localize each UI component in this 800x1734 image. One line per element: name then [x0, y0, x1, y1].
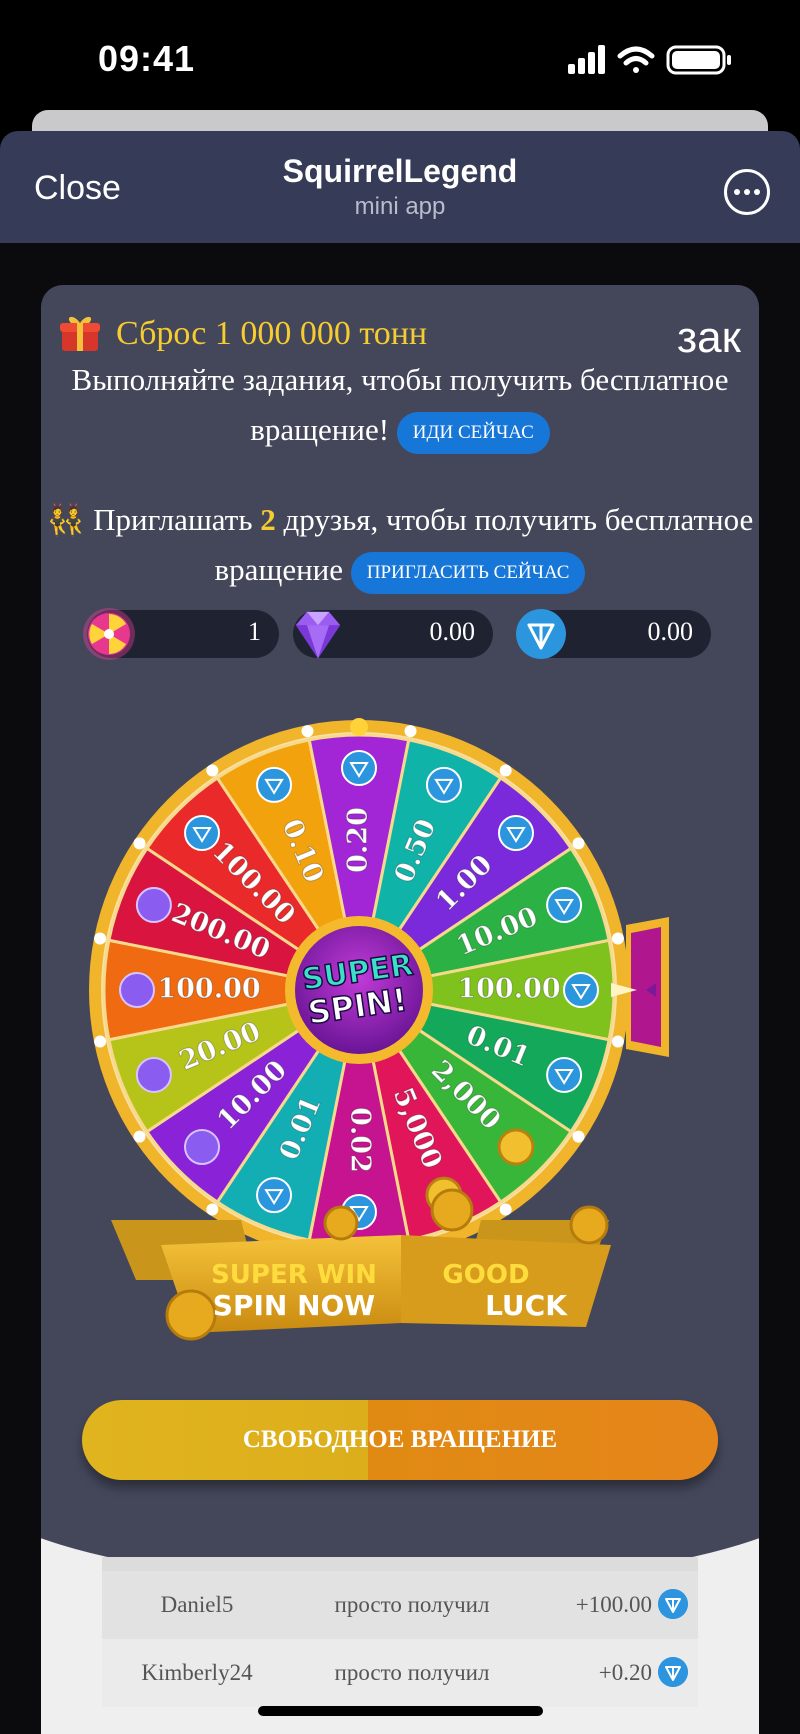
gift-icon [60, 316, 100, 351]
ton-icon [658, 1657, 688, 1687]
banner-luck: LUCK [485, 1289, 568, 1322]
invite-now-button[interactable]: ПРИГЛАСИТЬ СЕЙЧАС [350, 551, 586, 594]
ton-icon [425, 766, 462, 803]
gem-icon [184, 1128, 221, 1165]
diamond-balance: 0.00 [293, 610, 493, 659]
reset-announcement: Сброс 1 000 000 тонн [116, 315, 428, 352]
diamond-icon [295, 611, 341, 659]
app-title: SquirrelLegend [282, 153, 518, 189]
rim-light [611, 1035, 624, 1048]
segment-label: 0.02 [345, 1107, 376, 1173]
ton-icon [546, 1056, 583, 1093]
status-bar: 09:41 [0, 0, 800, 118]
ton-balance: 0.00 [516, 609, 711, 659]
gem-icon [135, 887, 172, 924]
ton-icon [546, 887, 583, 924]
invite-banner: 👯 Приглашать 2 друзья, чтобы получить бе… [41, 495, 759, 595]
table-row: Daniel5 просто получил +100.00 [102, 1571, 698, 1639]
winner-name: Kimberly24 [141, 1660, 253, 1685]
balances-row: 1 0.00 0.00 [41, 608, 759, 665]
ton-icon [658, 1589, 688, 1619]
rim-light [572, 1130, 585, 1143]
task-banner: Выполняйте задания, чтобы получить беспл… [41, 355, 759, 455]
people-icon: 👯 [46, 502, 86, 537]
ton-icon [256, 766, 293, 803]
spin-card: Сброс 1 000 000 тонн зак Выполняйте зада… [41, 285, 759, 1734]
ton-icon [497, 815, 534, 852]
rim-light [572, 837, 585, 850]
spin-wheel-icon [83, 608, 135, 660]
rim-light [206, 764, 219, 777]
rim-light [499, 1203, 512, 1216]
winner-action: просто получил [334, 1592, 490, 1617]
gem-icon [119, 972, 155, 1008]
segment-label: 100.00 [457, 974, 560, 1005]
ton-icon [341, 750, 377, 786]
rim-light [94, 932, 107, 945]
ton-icon [516, 609, 566, 659]
banner-spin-now: SPIN NOW [213, 1289, 376, 1322]
fortune-wheel[interactable]: 100.00 0.01 2,000 5,000 0.02 0.01 10.00 20.00 10… [41, 715, 759, 1385]
coin-icon [430, 1188, 474, 1232]
winners-table: Daniel5 просто получил +100.00 Kimberly2… [102, 1557, 698, 1707]
wifi-icon [617, 46, 655, 73]
winner-amount: +100.00 [575, 1592, 652, 1617]
ton-value: 0.00 [647, 617, 694, 646]
spins-balance: 1 [83, 608, 279, 660]
home-indicator[interactable] [258, 1706, 543, 1716]
go-now-button[interactable]: ИДИ СЕЙЧАС [396, 411, 550, 454]
coin-icon [497, 1128, 535, 1166]
coin-icon [569, 1205, 609, 1245]
rim-light [94, 1035, 107, 1048]
invite-count: 2 [260, 502, 276, 537]
mini-app-header: Close SquirrelLegend mini app [0, 131, 800, 243]
table-header [102, 1557, 698, 1571]
coin-icon [323, 1205, 359, 1241]
more-icon[interactable] [724, 169, 770, 215]
gem-icon [135, 1056, 172, 1093]
segment-label: 0.20 [343, 807, 374, 873]
banner-good: GOOD [442, 1260, 529, 1290]
top-star-icon [350, 718, 368, 736]
rim-light [133, 837, 146, 850]
table-row: Kimberly24 просто получил +0.20 [102, 1639, 698, 1707]
rim-light [611, 932, 624, 945]
winner-name: Daniel5 [160, 1592, 234, 1617]
free-spin-button[interactable]: СВОБОДНОЕ ВРАЩЕНИЕ [82, 1400, 718, 1480]
winner-action: просто получил [334, 1660, 490, 1685]
ton-icon [184, 815, 221, 852]
diamond-value: 0.00 [429, 617, 476, 646]
banner-super-win: SUPER WIN [211, 1260, 377, 1290]
invite-text-before: Приглашать [93, 502, 253, 537]
segment-label: 100.00 [157, 974, 260, 1005]
rim-light [404, 725, 417, 738]
status-time: 09:41 [98, 38, 196, 79]
app-subtitle: mini app [354, 193, 446, 220]
spins-value: 1 [248, 617, 261, 646]
battery-icon [666, 45, 731, 75]
signal-icon [568, 45, 605, 74]
rim-light [206, 1203, 219, 1216]
rim-light [499, 764, 512, 777]
ton-icon [256, 1177, 293, 1214]
rim-light [133, 1130, 146, 1143]
coin-icon [165, 1289, 217, 1341]
winner-amount: +0.20 [598, 1660, 652, 1685]
status-icons [568, 45, 731, 75]
rim-light [301, 725, 314, 738]
ton-icon [563, 972, 599, 1008]
wheel-graphic[interactable]: 100.000.012,0005,0000.020.0110.0020.0010… [41, 715, 759, 1385]
